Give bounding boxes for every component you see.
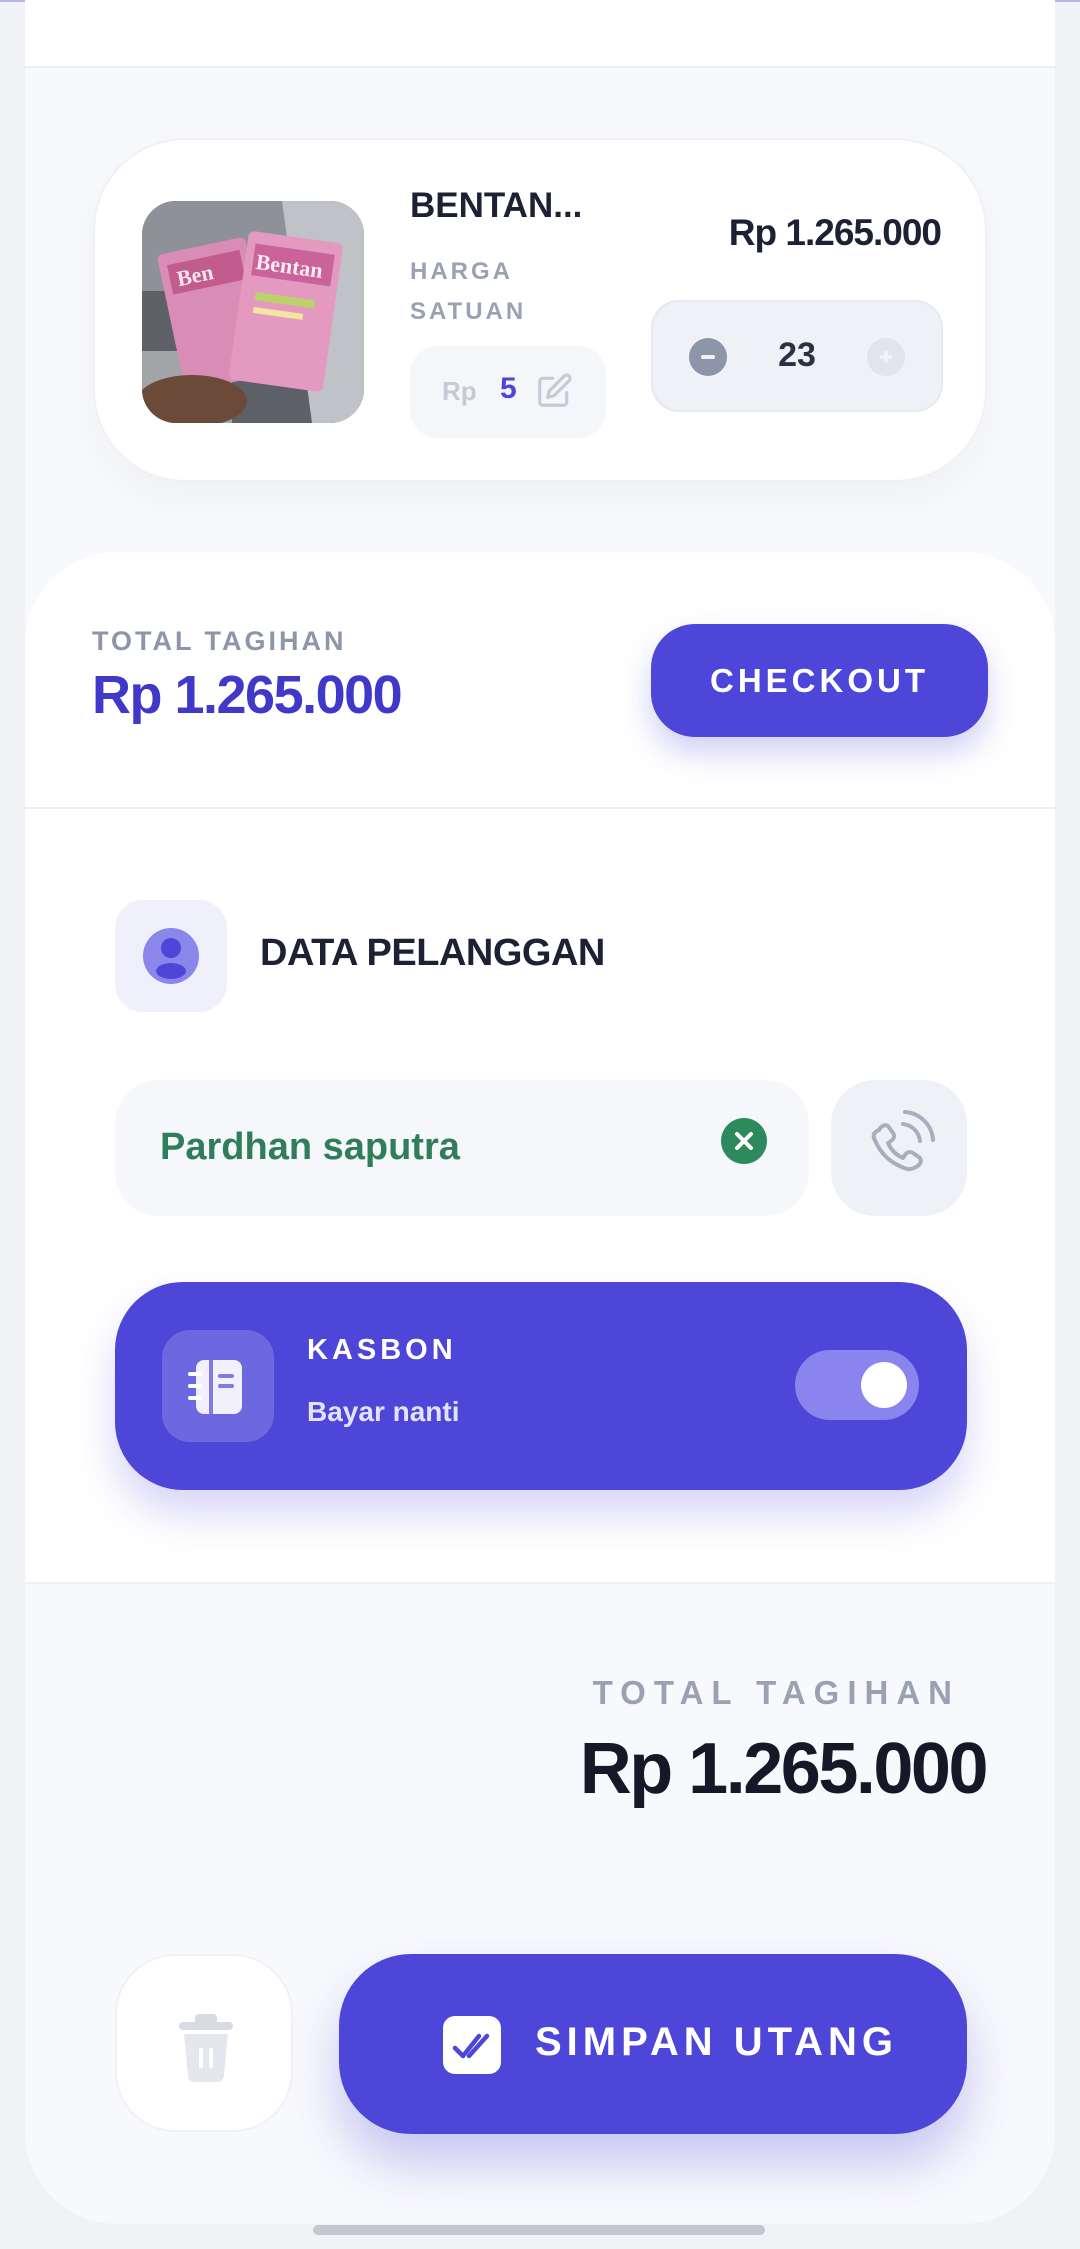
- kasbon-title: KASBON: [307, 1334, 457, 1366]
- currency-prefix: Rp: [442, 376, 477, 406]
- clear-icon[interactable]: [721, 1118, 767, 1164]
- total-value: Rp 1.265.000: [92, 665, 403, 725]
- edit-icon[interactable]: [535, 372, 573, 410]
- divider: [25, 807, 1055, 809]
- save-debt-button[interactable]: SIMPAN UTANG: [339, 1954, 967, 2134]
- checkout-button[interactable]: CHECKOUT: [651, 624, 988, 737]
- kasbon-subtitle: Bayar nanti: [307, 1396, 460, 1427]
- customer-name-value: Pardhan saputra: [160, 1126, 460, 1168]
- total-label: TOTAL TAGIHAN: [92, 626, 347, 656]
- footer-total-value: Rp 1.265.000: [579, 1729, 989, 1809]
- product-name: BENTAN...: [410, 186, 583, 225]
- top-strip: [25, 0, 1055, 68]
- unit-price-editor[interactable]: Rp 5: [410, 346, 606, 438]
- unit-price-label: HARGA SATUAN: [410, 258, 527, 325]
- quantity-stepper: 23: [651, 300, 943, 412]
- product-image: Ben Bentan: [142, 201, 364, 423]
- unit-price-value: 5: [500, 372, 517, 405]
- footer-total-label: TOTAL TAGIHAN: [592, 1674, 960, 1711]
- notebook-icon: [162, 1330, 274, 1442]
- save-debt-label: SIMPAN UTANG: [535, 2020, 898, 2064]
- kasbon-toggle-card[interactable]: KASBON Bayar nanti: [115, 1282, 967, 1490]
- user-icon: [115, 900, 227, 1012]
- phone-icon[interactable]: [831, 1080, 967, 1216]
- trash-icon[interactable]: [115, 1954, 293, 2132]
- switch-knob: [861, 1362, 907, 1408]
- kasbon-switch[interactable]: [795, 1350, 919, 1420]
- checkout-panel: TOTAL TAGIHAN Rp 1.265.000 CHECKOUT DATA…: [25, 552, 1055, 1584]
- cart-sheet: Ben Bentan BENTAN... HARGA SATUAN Rp 5 R…: [25, 0, 1055, 2224]
- divider: [25, 1582, 1055, 1584]
- check-icon: [443, 2016, 501, 2074]
- home-indicator[interactable]: [313, 2225, 765, 2235]
- customer-name-field[interactable]: Pardhan saputra: [115, 1080, 809, 1216]
- customer-section-title: DATA PELANGGAN: [260, 932, 605, 974]
- line-total: Rp 1.265.000: [728, 212, 942, 253]
- cart-item-card: Ben Bentan BENTAN... HARGA SATUAN Rp 5 R…: [93, 138, 987, 482]
- plus-icon[interactable]: [867, 338, 905, 376]
